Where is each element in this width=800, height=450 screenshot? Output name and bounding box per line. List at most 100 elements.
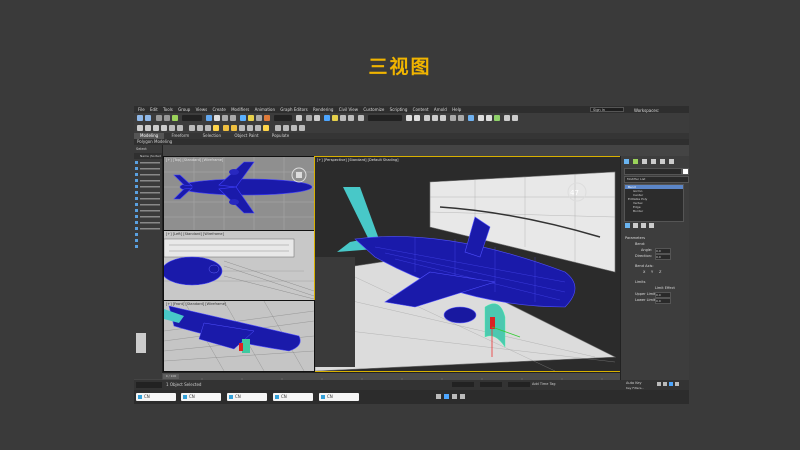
placement-icon[interactable] [264,115,270,121]
select-by-name-icon[interactable] [214,115,220,121]
reference-coord-dropdown[interactable] [274,115,292,121]
viewport-top[interactable]: [+] [Top] [Standard] [Wireframe] [163,156,315,232]
menu-create[interactable]: Create [212,106,225,113]
menu-rendering[interactable]: Rendering [313,106,333,113]
material-editor-icon[interactable] [468,115,474,121]
xref-icon[interactable] [205,125,211,131]
text-shape-icon[interactable] [197,125,203,131]
menu-animation[interactable]: Animation [255,106,275,113]
pivot-center-icon[interactable] [296,115,302,121]
menu-civil-view[interactable]: Civil View [339,106,358,113]
systems-icon[interactable] [291,125,297,131]
menu-help[interactable]: Help [452,106,461,113]
stack-item-border[interactable]: Border [625,209,683,213]
viewport-front[interactable]: [+] [Front] [Standard] [Wireframe] [163,300,315,372]
snap-toggle-icon[interactable] [324,115,330,121]
select-object-icon[interactable] [206,115,212,121]
menu-scripting[interactable]: Scripting [390,106,408,113]
viewport-left-label[interactable]: [+] [Left] [Standard] [Wireframe] [166,232,224,236]
menu-arnold[interactable]: Arnold [434,106,447,113]
render-iterative-icon[interactable] [504,115,510,121]
box-icon[interactable] [153,125,159,131]
align-icon[interactable] [414,115,420,121]
rectangle-selection-icon[interactable] [222,115,228,121]
window-crossing-icon[interactable] [230,115,236,121]
render-setup-icon[interactable] [478,115,484,121]
select-manipulate-icon[interactable] [306,115,312,121]
axis-z-radio[interactable]: Z [659,270,661,274]
viewport-perspective[interactable]: [+] [Perspective] [Standard] [Default Sh… [314,156,622,372]
coord-x-field[interactable] [452,382,474,387]
taskbar-chip-4[interactable]: CN [273,393,313,401]
layer-explorer-icon[interactable] [424,115,430,121]
keyboard-shortcut-icon[interactable] [314,115,320,121]
scale-icon[interactable] [256,115,262,121]
taskbar-chip-3[interactable]: CN [227,393,267,401]
mirror-icon[interactable] [406,115,412,121]
rollout-parameters[interactable]: Parameters [625,236,645,240]
bind-spacewarp-icon[interactable] [172,115,178,121]
move-icon[interactable] [240,115,246,121]
spinner-snap-icon[interactable] [348,115,354,121]
helpers-icon[interactable] [275,125,281,131]
workspaces-selector[interactable]: Workspaces: Default [630,107,688,121]
taskbar-chip-5[interactable]: CN [319,393,359,401]
maxscript-listener[interactable] [136,382,162,388]
object-name-field[interactable] [624,168,682,175]
edit-named-sets-icon[interactable] [358,115,364,121]
render-cloud-icon[interactable] [512,115,518,121]
viewport-left[interactable]: [+] [Left] [Standard] [Wireframe] [163,230,315,302]
pyramid-icon[interactable] [247,125,253,131]
menu-customize[interactable]: Customize [363,106,384,113]
curve-editor-icon[interactable] [450,115,456,121]
lower-limit-input[interactable]: 0.0 [655,298,671,304]
playback-controls[interactable] [656,380,686,390]
tube-icon[interactable] [239,125,245,131]
coord-z-field[interactable] [508,382,530,387]
menu-tools[interactable]: Tools [163,106,173,113]
graphite-icon[interactable] [137,125,143,131]
modifier-stack[interactable]: Bend Gizmo Center Editable Poly Vertex E… [624,184,684,222]
angle-snap-icon[interactable] [332,115,338,121]
undo-icon[interactable] [137,115,143,121]
limit-effect-checkbox[interactable]: Limit Effect [655,286,675,290]
menu-group[interactable]: Group [178,106,190,113]
render-production-icon[interactable] [494,115,500,121]
camera-icon[interactable] [255,125,261,131]
taskbar-chip-2[interactable]: CN [181,393,221,401]
viewport-front-label[interactable]: [+] [Front] [Standard] [Wireframe] [166,302,226,306]
link-icon[interactable] [156,115,162,121]
spacewarp-icon[interactable] [283,125,289,131]
viewport-perspective-label[interactable]: [+] [Perspective] [Standard] [Default Sh… [317,158,399,162]
schematic-view-icon[interactable] [458,115,464,121]
target-light-icon[interactable] [263,125,269,131]
menu-modifiers[interactable]: Modifiers [231,106,249,113]
ribbon-toggle-icon[interactable] [440,115,446,121]
viewport-nav-icons[interactable] [434,390,494,404]
coord-y-field[interactable] [480,382,502,387]
modifier-list-dropdown[interactable]: Modifier List [624,176,689,183]
axis-x-radio[interactable]: X [643,270,645,274]
object-color-swatch[interactable] [682,168,689,175]
menu-views[interactable]: Views [196,106,208,113]
cylinder-icon[interactable] [223,125,229,131]
scene-object-list[interactable] [134,159,162,259]
teapot-icon[interactable] [145,125,151,131]
direction-input[interactable]: 0.0 [655,254,671,260]
percent-snap-icon[interactable] [340,115,346,121]
axis-y-radio[interactable]: Y [651,270,653,274]
scene-explorer-icon[interactable] [432,115,438,121]
named-selection-dropdown[interactable] [368,115,402,121]
menu-edit[interactable]: Edit [150,106,158,113]
render-frame-icon[interactable] [486,115,492,121]
taskbar-chip-1[interactable]: CN [136,393,176,401]
viewport-top-label[interactable]: [+] [Top] [Standard] [Wireframe] [166,158,223,162]
add-time-tag[interactable]: Add Time Tag [532,382,556,386]
rotate-icon[interactable] [248,115,254,121]
menu-graph-editors[interactable]: Graph Editors [280,106,307,113]
geo-sphere-icon[interactable] [177,125,183,131]
particles-icon[interactable] [299,125,305,131]
auto-key-button[interactable]: Auto Key [626,381,642,385]
stack-tools[interactable] [621,222,689,230]
sphere-icon[interactable] [161,125,167,131]
